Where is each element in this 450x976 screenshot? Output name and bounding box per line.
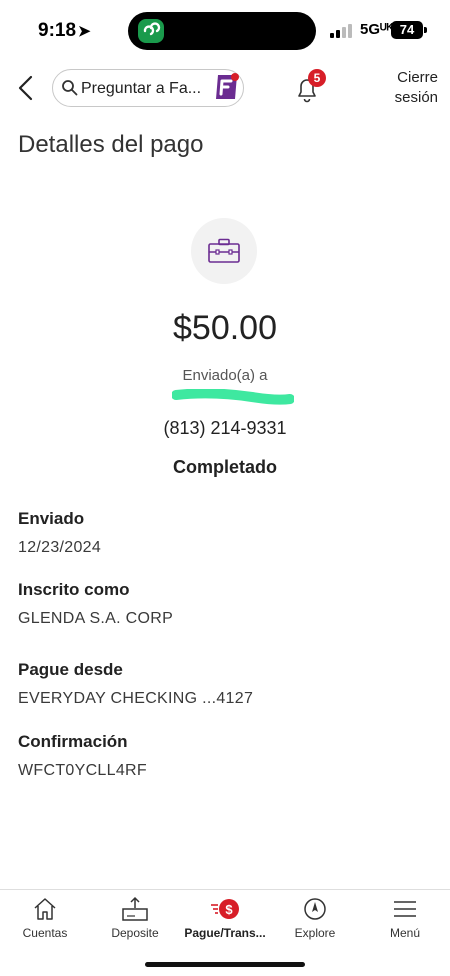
page-title: Detalles del pago <box>18 131 204 158</box>
recipient-phone: (813) 214-9331 <box>163 418 287 438</box>
status-time-text: 9:18 <box>38 20 77 41</box>
detail-value-sent-date: 12/23/2024 <box>18 539 102 556</box>
network-type: 5Gᵁᴷ <box>360 21 394 38</box>
briefcase-icon <box>208 238 240 263</box>
signal-strength-icon <box>330 24 354 38</box>
nav-label-accounts: Cuentas <box>22 926 68 940</box>
detail-label-pay-from: Pague desde <box>18 660 123 679</box>
home-indicator[interactable] <box>145 962 305 967</box>
status-time: 9:18 ➤ <box>38 20 91 42</box>
nav-label-deposit: Deposite <box>111 926 159 940</box>
status-bar: 9:18 ➤ 5Gᵁᴷ 74 <box>0 0 450 60</box>
nav-label-pay-transfer: Pague/Trans... <box>184 926 266 940</box>
fargo-assistant-icon[interactable] <box>213 72 241 102</box>
detail-label-sent: Enviado <box>18 509 85 528</box>
back-button[interactable] <box>12 72 42 104</box>
nav-item-pay-transfer[interactable]: $ Pague/Trans... <box>180 890 270 950</box>
sent-to-label: Enviado(a) a <box>182 367 268 384</box>
nav-item-accounts[interactable]: Cuentas <box>0 890 90 950</box>
menu-icon <box>360 896 450 924</box>
payment-type-badge <box>191 218 257 284</box>
svg-text:$: $ <box>225 902 233 917</box>
chevron-left-icon <box>18 75 33 101</box>
pay-transfer-icon: $ <box>180 896 270 924</box>
nav-item-deposit[interactable]: Deposite <box>90 890 180 950</box>
battery-tip <box>424 27 427 33</box>
battery-level: 74 <box>391 21 423 39</box>
search-placeholder: Preguntar a Fa... <box>81 80 202 97</box>
payment-amount: $50.00 <box>173 309 277 347</box>
nav-item-explore[interactable]: Explore <box>270 890 360 950</box>
detail-value-enrolled-as: GLENDA S.A. CORP <box>18 610 174 627</box>
redacted-recipient-name <box>172 389 294 405</box>
nav-label-menu: Menú <box>389 926 421 940</box>
nav-item-menu[interactable]: Menú <box>360 890 450 950</box>
detail-value-confirmation: WFCT0YCLL4RF <box>18 762 147 779</box>
nav-label-explore: Explore <box>294 926 336 940</box>
search-icon <box>61 79 79 102</box>
logout-label-line2: sesión <box>394 89 438 106</box>
app-activity-icon <box>138 19 164 43</box>
location-arrow-icon: ➤ <box>78 23 91 40</box>
deposit-icon <box>90 896 180 924</box>
logout-label-line1: Cierre <box>397 69 438 86</box>
payment-status: Completado <box>172 457 277 477</box>
detail-label-confirmation: Confirmación <box>18 732 128 751</box>
detail-label-enrolled-as: Inscrito como <box>18 580 130 599</box>
logout-button[interactable]: Cierre sesión <box>378 68 438 108</box>
detail-value-pay-from: EVERYDAY CHECKING ...4127 <box>18 690 254 707</box>
home-icon <box>0 896 90 924</box>
dynamic-island <box>128 12 316 50</box>
compass-icon <box>270 896 360 924</box>
notification-count-badge: 5 <box>308 69 326 87</box>
